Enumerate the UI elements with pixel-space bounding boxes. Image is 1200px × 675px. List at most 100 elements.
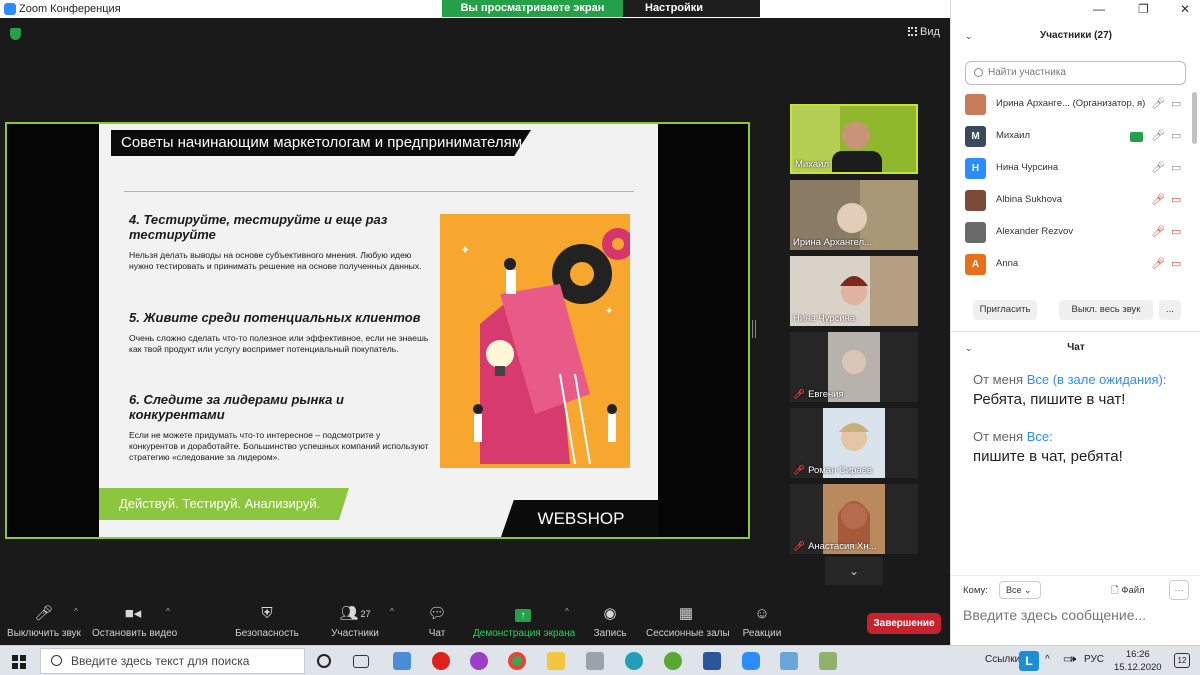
participant-row[interactable]: Ирина Архангe... (Организатор, я) 🎤︎ ▭ bbox=[951, 88, 1189, 120]
tip-heading: 5. Живите среди потенциальных клиентов bbox=[129, 310, 421, 325]
paint-app-icon[interactable] bbox=[819, 652, 837, 670]
windows-start-icon[interactable] bbox=[12, 655, 26, 669]
chat-recipient-label: Кому: bbox=[963, 585, 988, 596]
reaction-smiley-icon: ☺ bbox=[754, 605, 770, 622]
record-label: Запись bbox=[593, 628, 627, 639]
thumbnail-name: Нина Чурсина bbox=[793, 313, 856, 324]
taskbar-search-input[interactable]: Введите здесь текст для поиска bbox=[40, 648, 305, 674]
minimize-icon[interactable]: — bbox=[1093, 2, 1105, 16]
chat-label: Чат bbox=[428, 628, 446, 639]
split-drag-handle[interactable] bbox=[752, 320, 756, 338]
stop-video-button[interactable]: ■◂ Остановить видео ^ bbox=[92, 603, 177, 645]
tip-text: Если не можете придумать что-то интересн… bbox=[129, 430, 429, 462]
avatar bbox=[965, 190, 986, 211]
caret-up-icon[interactable]: ^ bbox=[166, 607, 170, 616]
edge-icon[interactable] bbox=[625, 652, 643, 670]
taskbar-clock[interactable]: 16:26 15.12.2020 bbox=[1114, 648, 1162, 674]
thumbnail-name: 🎤︎ Евгения bbox=[793, 389, 844, 400]
caret-up-icon[interactable]: ^ bbox=[390, 607, 394, 616]
breakout-rooms-icon: ▦ bbox=[678, 605, 694, 622]
chat-message-text: пишите в чат, ребята! bbox=[973, 448, 1123, 465]
participant-row[interactable]: A Anna 🎤︎ ▭ bbox=[951, 248, 1189, 280]
security-shield-icon[interactable] bbox=[10, 28, 21, 40]
security-button[interactable]: ⛨ Безопасность bbox=[234, 603, 300, 645]
maximize-icon[interactable]: ❐ bbox=[1138, 2, 1149, 16]
chevron-down-icon[interactable]: ⌄ bbox=[965, 338, 973, 358]
end-meeting-button[interactable]: Завершение bbox=[867, 613, 941, 634]
word-icon[interactable] bbox=[703, 652, 721, 670]
participant-row[interactable]: Albina Sukhova 🎤︎ ▭ bbox=[951, 184, 1189, 216]
thumbnail-video[interactable]: Михаил bbox=[790, 104, 918, 174]
video-camera-icon: ■◂ bbox=[124, 605, 142, 622]
file-explorer-icon[interactable] bbox=[547, 652, 565, 670]
breakout-rooms-button[interactable]: ▦ Сессионные залы bbox=[646, 603, 730, 645]
microphone-icon: 🎤︎ bbox=[1151, 98, 1165, 110]
view-button[interactable]: Вид bbox=[908, 26, 940, 38]
chat-message-input[interactable]: Введите здесь сообщение... bbox=[963, 607, 1146, 623]
thumbnail-video[interactable]: Ирина Архангел... bbox=[790, 180, 918, 250]
thumbnail-video[interactable]: Нина Чурсина bbox=[790, 256, 918, 326]
grid-icon bbox=[908, 27, 917, 36]
participants-button[interactable]: 👥︎ 27 Участники ^ bbox=[328, 603, 394, 645]
input-language[interactable]: РУС bbox=[1084, 654, 1104, 665]
participant-search-input[interactable]: Найти участника bbox=[965, 61, 1186, 85]
chat-icon: 💬︎ bbox=[427, 605, 447, 622]
taskbar-search-placeholder: Введите здесь текст для поиска bbox=[71, 654, 250, 668]
tip-6: 6. Следите за лидерами рынка и конкурент… bbox=[129, 392, 429, 463]
mic-muted-icon: 🎤︎ bbox=[793, 389, 806, 400]
mic-muted-icon: 🎤︎ bbox=[793, 541, 806, 552]
l-app-tray-icon[interactable]: L bbox=[1019, 651, 1039, 671]
chat-recipient-select[interactable]: Все ⌄ bbox=[999, 581, 1041, 599]
record-button[interactable]: ◉ Запись bbox=[590, 603, 630, 645]
caret-up-icon[interactable]: ^ bbox=[74, 607, 78, 616]
volume-icon[interactable]: 🕪︎ bbox=[1070, 654, 1076, 665]
mute-all-button[interactable]: Выкл. весь звук bbox=[1059, 300, 1153, 320]
photos-app-icon[interactable] bbox=[393, 652, 411, 670]
participants-icon: 👥︎ 27 bbox=[339, 605, 371, 622]
main-video-area: Вид Советы начинающим маркетологам и пре… bbox=[0, 18, 950, 603]
participants-more-button[interactable]: ... bbox=[1159, 300, 1181, 320]
participant-list: Ирина Архангe... (Организатор, я) 🎤︎ ▭ М… bbox=[951, 88, 1189, 288]
thumbnail-video[interactable]: 🎤︎ Роман Сираев bbox=[790, 408, 918, 478]
slide-illustration: ✦ ✦ bbox=[440, 214, 634, 468]
notifications-icon[interactable]: 12 bbox=[1174, 653, 1190, 668]
chat-message-text: Ребята, пишите в чат! bbox=[973, 391, 1126, 408]
viber-icon[interactable] bbox=[470, 652, 488, 670]
links-toolbar[interactable]: Ссылки bbox=[985, 654, 1020, 665]
reactions-button[interactable]: ☺ Реакции bbox=[740, 603, 784, 645]
caret-up-icon[interactable]: ^ bbox=[565, 607, 569, 616]
utorrent-icon[interactable] bbox=[664, 652, 682, 670]
participants-scrollbar[interactable] bbox=[1192, 92, 1197, 144]
chrome-icon[interactable] bbox=[508, 652, 526, 670]
chat-file-button[interactable]: 🗋 Файл bbox=[1111, 583, 1145, 599]
participant-name: Ирина Архангe... (Организатор, я) bbox=[996, 98, 1146, 109]
share-screen-button[interactable]: ↑ Демонстрация экрана ^ bbox=[473, 603, 575, 645]
chat-more-button[interactable]: ··· bbox=[1169, 580, 1189, 600]
participant-name: Нина Чурсина bbox=[996, 162, 1059, 173]
view-settings-button[interactable]: Настройки просмотра ⌄ bbox=[623, 0, 760, 31]
zoom-taskbar-icon[interactable] bbox=[742, 652, 760, 670]
chat-button[interactable]: 💬︎ Чат bbox=[422, 603, 452, 645]
side-panel: — ❐ ✕ ⌄ Участники (27) Найти участника И… bbox=[950, 0, 1200, 645]
participant-row[interactable]: М Михаил 🎤︎ ▭ bbox=[951, 120, 1189, 152]
cortana-icon[interactable] bbox=[317, 654, 331, 668]
mute-button[interactable]: 🎤︎ Выключить звук ^ bbox=[6, 603, 82, 645]
task-view-icon[interactable] bbox=[353, 655, 369, 668]
opera-icon[interactable] bbox=[432, 652, 450, 670]
invite-button[interactable]: Пригласить bbox=[973, 300, 1037, 320]
chevron-down-icon[interactable]: ⌄ bbox=[965, 26, 973, 46]
printer-app-icon[interactable] bbox=[586, 652, 604, 670]
chevron-up-icon[interactable]: ^ bbox=[1045, 654, 1050, 665]
close-icon[interactable]: ✕ bbox=[1180, 2, 1190, 16]
participant-row[interactable]: Alexander Rezvov 🎤︎ ▭ bbox=[951, 216, 1189, 248]
participant-row[interactable]: Н Нина Чурсина 🎤︎ ▭ bbox=[951, 152, 1189, 184]
windows-taskbar: Введите здесь текст для поиска Ссылки L … bbox=[0, 645, 1200, 675]
thumbnail-video[interactable]: 🎤︎ Евгения bbox=[790, 332, 918, 402]
thumbnail-video[interactable]: 🎤︎ Анастасия Хн... bbox=[790, 484, 918, 554]
thumbnails-scroll-down-button[interactable]: ⌄ bbox=[825, 557, 883, 585]
participant-name: Alexander Rezvov bbox=[996, 226, 1074, 237]
participants-label: Участники bbox=[331, 628, 379, 639]
chat-message: От меня Все: пишите в чат, ребята! bbox=[973, 429, 1198, 465]
participants-count: 27 bbox=[360, 609, 371, 619]
image-viewer-icon[interactable] bbox=[780, 652, 798, 670]
